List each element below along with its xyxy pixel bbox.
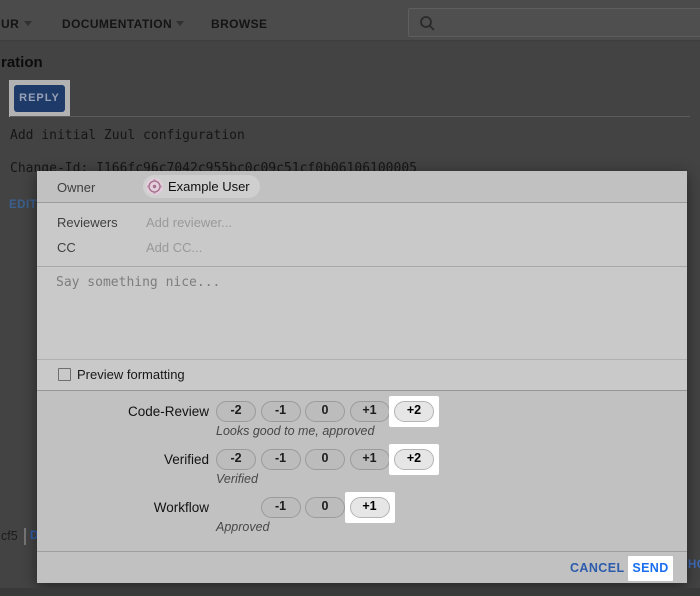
label-code-review: Code-Review	[37, 404, 209, 419]
vote-code-review-plus1[interactable]: +1	[350, 401, 390, 422]
nav-item-your[interactable]: UR	[1, 17, 19, 31]
voting-section: Code-Review -2 -1 0 +1 +2 Looks good to …	[37, 390, 687, 551]
patchset-sha: cf5	[1, 529, 18, 543]
vote-code-review-0[interactable]: 0	[305, 401, 345, 422]
nav-item-documentation[interactable]: DOCUMENTATION	[62, 17, 172, 31]
owner-chip[interactable]: Example User	[143, 175, 260, 198]
vote-caption: Verified	[216, 472, 258, 486]
vote-verified-plus1[interactable]: +1	[350, 449, 390, 470]
add-reviewer-input[interactable]: Add reviewer...	[146, 215, 232, 230]
preview-formatting-checkbox[interactable]	[58, 368, 71, 381]
vote-code-review-plus2[interactable]: +2	[394, 401, 434, 422]
cc-label: CC	[57, 240, 76, 255]
vote-verified-plus2-highlight: +2	[389, 444, 439, 475]
cancel-button[interactable]: CANCEL	[570, 561, 624, 575]
vote-verified-minus1[interactable]: -1	[261, 449, 301, 470]
search-icon	[419, 15, 436, 32]
message-textarea[interactable]: Say something nice...	[56, 275, 220, 290]
divider	[24, 528, 26, 545]
screen: UR DOCUMENTATION BROWSE ration REPLY Add…	[0, 0, 700, 596]
chevron-down-icon	[24, 21, 32, 26]
vote-caption: Looks good to me, approved	[216, 424, 374, 438]
reply-button[interactable]: REPLY	[14, 85, 65, 112]
nav-item-browse[interactable]: BROWSE	[211, 17, 267, 31]
send-button-highlight: SEND	[628, 556, 673, 581]
vote-verified-minus2[interactable]: -2	[216, 449, 256, 470]
dialog-header: Owner Example User	[37, 171, 687, 203]
owner-name: Example User	[168, 179, 250, 194]
avatar	[146, 178, 163, 195]
vote-workflow-0[interactable]: 0	[305, 497, 345, 518]
vote-code-review-minus1[interactable]: -1	[261, 401, 301, 422]
edit-link[interactable]: EDIT	[9, 199, 37, 211]
bottom-strip	[0, 588, 700, 596]
commit-subject: Add initial Zuul configuration	[10, 128, 245, 143]
top-nav-bar: UR DOCUMENTATION BROWSE	[0, 0, 700, 41]
add-cc-input[interactable]: Add CC...	[146, 240, 202, 255]
vote-workflow-plus1-highlight: +1	[345, 492, 395, 523]
vote-code-review-minus2[interactable]: -2	[216, 401, 256, 422]
divider	[37, 266, 687, 267]
chevron-down-icon	[176, 21, 184, 26]
owner-label: Owner	[57, 180, 95, 195]
vote-verified-0[interactable]: 0	[305, 449, 345, 470]
show-link[interactable]: HO	[688, 559, 700, 571]
search-input[interactable]	[408, 8, 700, 37]
vote-workflow-plus1[interactable]: +1	[350, 497, 390, 518]
dialog-footer: CANCEL SEND	[37, 551, 687, 583]
divider	[10, 116, 690, 117]
preview-formatting-label: Preview formatting	[77, 367, 185, 382]
vote-workflow-minus1[interactable]: -1	[261, 497, 301, 518]
label-workflow: Workflow	[37, 500, 209, 515]
reply-button-highlight: REPLY	[9, 80, 70, 117]
reviewers-label: Reviewers	[57, 215, 118, 230]
page-title: ration	[1, 54, 43, 71]
label-verified: Verified	[37, 452, 209, 467]
send-button[interactable]: SEND	[628, 556, 673, 581]
reply-dialog: Owner Example User Reviewers Add reviewe…	[37, 171, 687, 583]
vote-caption: Approved	[216, 520, 270, 534]
divider	[37, 359, 687, 360]
vote-code-review-plus2-highlight: +2	[389, 396, 439, 427]
vote-verified-plus2[interactable]: +2	[394, 449, 434, 470]
